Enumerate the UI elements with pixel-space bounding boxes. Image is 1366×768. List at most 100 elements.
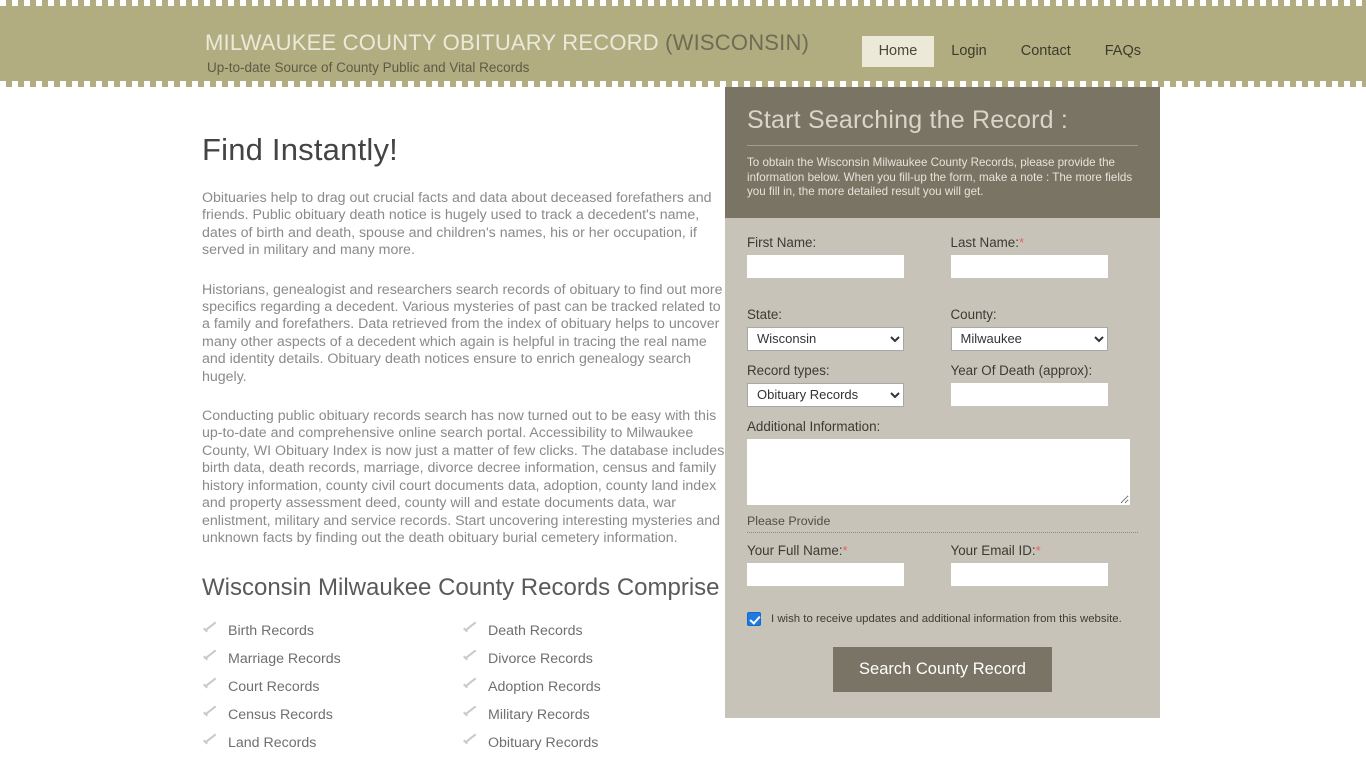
site-tagline: Up-to-date Source of County Public and V…	[207, 60, 530, 75]
check-icon	[462, 623, 478, 639]
record-types-label: Record types:	[747, 362, 830, 378]
list-item: Divorce Records	[462, 645, 730, 673]
list-item-label: Obituary Records	[488, 735, 599, 752]
records-heading: Wisconsin Milwaukee County Records Compr…	[202, 574, 720, 602]
list-item: Marriage Records	[202, 645, 462, 673]
consent-label: I wish to receive updates and additional…	[771, 612, 1122, 625]
consent-row: I wish to receive updates and additional…	[747, 612, 1138, 627]
county-select[interactable]: Milwaukee	[950, 326, 1108, 351]
list-item-label: Death Records	[488, 623, 583, 640]
check-icon	[462, 679, 478, 695]
intro-paragraph-1: Obituaries help to drag out crucial fact…	[202, 190, 712, 259]
additional-info-label: Additional Information:	[747, 418, 881, 434]
state-select[interactable]: Wisconsin	[747, 326, 904, 351]
list-item: Court Records	[202, 673, 462, 701]
required-marker: *	[1035, 542, 1041, 558]
list-item-label: Birth Records	[228, 623, 314, 640]
county-label: County:	[950, 306, 997, 322]
year-of-death-label: Year Of Death (approx):	[950, 362, 1093, 378]
please-provide-label: Please Provide	[747, 513, 831, 528]
check-icon	[202, 707, 218, 723]
full-name-label: Your Full Name:*	[747, 542, 935, 560]
list-item: Military Records	[462, 701, 730, 729]
last-name-label-text: Last Name:	[950, 234, 1019, 250]
list-item: Birth Records	[202, 617, 462, 645]
site-title: MILWAUKEE COUNTY OBITUARY RECORD (WISCON…	[205, 29, 809, 57]
list-item-label: Adoption Records	[488, 679, 601, 696]
list-item-label: Divorce Records	[488, 651, 593, 668]
last-name-field-group: Last Name:*	[950, 234, 1139, 278]
consent-checkbox[interactable]	[747, 612, 761, 627]
list-item: Census Records	[202, 701, 462, 729]
state-field-group: State: Wisconsin	[747, 306, 935, 351]
list-item-label: Court Records	[228, 679, 320, 696]
intro-paragraph-3: Conducting public obituary records searc…	[202, 408, 725, 546]
site-header: MILWAUKEE COUNTY OBITUARY RECORD (WISCON…	[0, 0, 1366, 87]
email-field-group: Your Email ID:*	[950, 542, 1139, 586]
list-item: Adoption Records	[462, 673, 730, 701]
site-title-state: (WISCONSIN)	[665, 30, 810, 55]
email-input[interactable]	[950, 562, 1108, 586]
year-of-death-field-group: Year Of Death (approx):	[950, 362, 1139, 407]
record-types-select[interactable]: Obituary Records	[747, 382, 904, 407]
main-content: Find Instantly! Obituaries help to drag …	[202, 132, 730, 757]
record-types-field-group: Record types: Obituary Records	[747, 362, 935, 407]
search-form-wrapper: Start Searching the Record : To obtain t…	[725, 87, 1160, 718]
check-icon	[462, 735, 478, 751]
check-icon	[202, 651, 218, 667]
page-body: Find Instantly! Obituaries help to drag …	[0, 87, 1366, 768]
list-item: Obituary Records	[462, 729, 730, 757]
check-icon	[462, 651, 478, 667]
main-nav: Home Login Contact FAQs	[861, 36, 1158, 67]
records-list: Birth Records Death Records Marriage Rec…	[202, 617, 730, 757]
nav-item-contact[interactable]: Contact	[1004, 36, 1088, 67]
search-county-record-button[interactable]: Search County Record	[833, 646, 1052, 692]
full-name-label-text: Your Full Name:	[747, 542, 843, 558]
first-name-field-group: First Name:	[747, 234, 935, 278]
list-item: Death Records	[462, 617, 730, 645]
first-name-input[interactable]	[747, 254, 904, 278]
search-form-body: First Name: Last Name:* State: Wisconsin	[725, 218, 1160, 718]
email-label-text: Your Email ID:	[950, 542, 1036, 558]
list-item: Land Records	[202, 729, 462, 757]
email-label: Your Email ID:*	[951, 542, 1139, 560]
site-title-main: MILWAUKEE COUNTY OBITUARY RECORD	[205, 30, 666, 55]
check-icon	[462, 707, 478, 723]
full-name-field-group: Your Full Name:*	[747, 542, 935, 586]
list-item-label: Land Records	[228, 735, 317, 752]
search-form-title: Start Searching the Record :	[747, 105, 1138, 146]
full-name-input[interactable]	[747, 562, 904, 586]
last-name-input[interactable]	[950, 254, 1108, 278]
county-field-group: County: Milwaukee	[950, 306, 1139, 351]
first-name-label: First Name:	[747, 234, 817, 250]
additional-info-textarea[interactable]	[747, 438, 1130, 505]
page-title: Find Instantly!	[202, 132, 398, 167]
location-field-row: State: Wisconsin County: Milwaukee	[747, 306, 1138, 351]
nav-item-faqs[interactable]: FAQs	[1088, 36, 1158, 67]
contact-field-row: Your Full Name:* Your Email ID:*	[747, 542, 1138, 586]
year-of-death-input[interactable]	[950, 382, 1108, 406]
state-label: State:	[747, 306, 782, 322]
check-icon	[202, 679, 218, 695]
search-form-description: To obtain the Wisconsin Milwaukee County…	[747, 156, 1133, 199]
list-item-label: Military Records	[488, 707, 590, 724]
search-form-header: Start Searching the Record : To obtain t…	[725, 87, 1160, 218]
search-form-panel: Start Searching the Record : To obtain t…	[725, 87, 1160, 718]
nav-item-home[interactable]: Home	[861, 36, 935, 67]
record-field-row: Record types: Obituary Records Year Of D…	[747, 362, 1138, 407]
last-name-label: Last Name:*	[951, 234, 1139, 252]
check-icon	[202, 735, 218, 751]
check-icon	[202, 623, 218, 639]
name-field-row: First Name: Last Name:*	[747, 234, 1138, 278]
submit-row: Search County Record	[747, 646, 1138, 692]
nav-item-login[interactable]: Login	[934, 36, 1003, 67]
intro-paragraph-2: Historians, genealogist and researchers …	[202, 281, 723, 385]
brand: MILWAUKEE COUNTY OBITUARY RECORD (WISCON…	[205, 29, 809, 77]
required-marker: *	[1018, 234, 1025, 250]
additional-info-field-group: Additional Information:	[747, 418, 1138, 505]
required-marker: *	[842, 542, 848, 558]
